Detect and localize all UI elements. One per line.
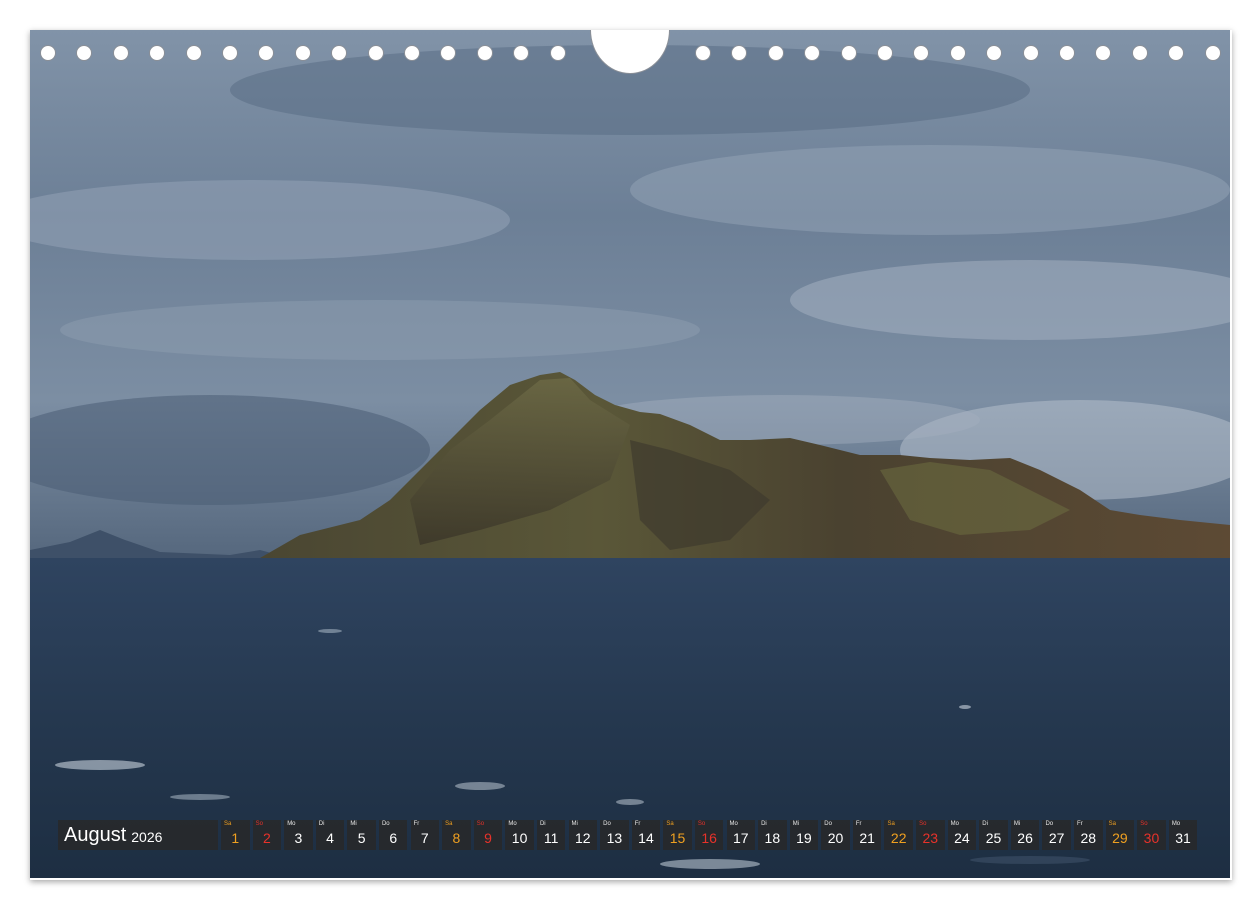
- day-cell: Sa 22: [884, 820, 913, 850]
- day-of-week: So: [1140, 821, 1148, 827]
- day-of-week: Mo: [287, 821, 296, 827]
- day-number: 2: [262, 830, 271, 846]
- day-of-week: Fr: [1077, 821, 1083, 827]
- day-number: 23: [922, 830, 939, 846]
- day-cell: Mo 10: [505, 820, 534, 850]
- day-number: 12: [574, 830, 591, 846]
- day-of-week: Sa: [1108, 821, 1116, 827]
- day-number: 6: [389, 830, 398, 846]
- day-of-week: Do: [824, 821, 832, 827]
- landscape-photo: [30, 30, 1230, 878]
- day-of-week: Mi: [1013, 821, 1021, 827]
- day-number: 30: [1143, 830, 1160, 846]
- day-number: 19: [796, 830, 812, 846]
- day-cell: Sa 8: [442, 820, 471, 850]
- day-cell: Fr 21: [852, 820, 882, 850]
- day-number: 28: [1080, 830, 1097, 846]
- day-cell: Mi 19: [789, 820, 819, 850]
- day-number: 18: [764, 830, 781, 846]
- day-number: 13: [606, 830, 623, 846]
- day-of-week: Di: [982, 821, 988, 827]
- day-cells: Sa 1 So 2 Mo 3 Di 4 Mi 5 Do 6 Fr 7 Sa 8 So 9 Mo 10 Di 11 Mi 12 D…: [221, 820, 1200, 850]
- day-number: 22: [890, 830, 907, 846]
- day-cell: Di 11: [536, 820, 566, 850]
- day-number: 21: [859, 830, 875, 846]
- day-cell: Do 20: [821, 820, 850, 850]
- day-cell: Mo 31: [1168, 820, 1198, 850]
- day-cell: Mo 3: [284, 820, 313, 850]
- day-number: 31: [1175, 830, 1191, 846]
- day-number: 1: [231, 830, 240, 846]
- day-number: 3: [294, 830, 303, 846]
- day-of-week: Fr: [634, 821, 641, 827]
- day-cell: Sa 29: [1105, 820, 1135, 850]
- month-year: 2026: [131, 828, 163, 845]
- day-cell: Di 25: [979, 820, 1008, 850]
- day-cell: Do 6: [378, 820, 408, 850]
- day-cell: Di 4: [315, 820, 345, 850]
- day-of-week: Do: [381, 821, 390, 827]
- day-number: 14: [638, 830, 654, 846]
- day-number: 20: [827, 830, 844, 846]
- day-of-week: Mo: [950, 821, 959, 827]
- day-cell: Do 27: [1042, 820, 1071, 850]
- day-of-week: Fr: [855, 821, 862, 827]
- day-number: 15: [669, 830, 686, 846]
- month-label: August 2026: [58, 820, 218, 850]
- day-of-week: Fr: [413, 821, 420, 827]
- day-cell: Sa 15: [663, 820, 692, 850]
- day-of-week: Mo: [1171, 821, 1181, 827]
- day-of-week: Mo: [729, 821, 738, 827]
- day-number: 5: [357, 830, 366, 846]
- day-cell: Fr 28: [1074, 820, 1103, 850]
- day-of-week: Di: [539, 821, 546, 827]
- day-of-week: Sa: [445, 821, 453, 827]
- day-cell: Mo 17: [726, 820, 755, 850]
- day-number: 8: [452, 830, 461, 846]
- day-cell: Mi 5: [347, 820, 376, 850]
- day-cell: Di 18: [758, 820, 787, 850]
- day-of-week: Sa: [224, 821, 232, 827]
- day-of-week: So: [697, 821, 706, 827]
- day-cell: Do 13: [600, 820, 629, 850]
- day-cell: So 9: [473, 820, 503, 850]
- day-number: 29: [1112, 830, 1128, 846]
- day-cell: So 30: [1137, 820, 1166, 850]
- day-number: 25: [985, 830, 1002, 846]
- day-of-week: Mo: [508, 821, 517, 827]
- day-of-week: Di: [318, 821, 325, 827]
- day-number: 26: [1017, 830, 1033, 846]
- day-of-week: Do: [603, 821, 611, 827]
- day-cell: Mo 24: [947, 820, 977, 850]
- day-cell: So 16: [694, 820, 724, 850]
- day-of-week: So: [476, 821, 485, 827]
- day-of-week: Do: [1045, 821, 1054, 827]
- day-number: 4: [326, 830, 334, 846]
- day-number: 27: [1048, 830, 1065, 846]
- day-cell: Sa 1: [221, 820, 250, 850]
- day-number: 17: [732, 830, 749, 846]
- day-number: 10: [511, 830, 528, 846]
- day-of-week: So: [255, 821, 263, 827]
- day-cell: Mi 12: [568, 820, 598, 850]
- day-cell: Fr 14: [631, 820, 661, 850]
- day-of-week: Sa: [666, 821, 674, 827]
- calendar-strip: August 2026 Sa 1 So 2 Mo 3 Di 4 Mi 5 Do 6 Fr 7 Sa 8 So 9 M…: [58, 820, 1200, 850]
- month-name: August: [64, 823, 127, 846]
- day-of-week: Sa: [887, 821, 895, 827]
- day-of-week: So: [919, 821, 927, 827]
- day-of-week: Mi: [571, 821, 578, 827]
- day-number: 9: [484, 830, 492, 846]
- day-cell: Fr 7: [410, 820, 440, 850]
- day-cell: Mi 26: [1010, 820, 1040, 850]
- day-of-week: Mi: [792, 821, 800, 827]
- day-number: 24: [954, 830, 970, 846]
- day-number: 11: [543, 830, 559, 846]
- day-number: 7: [420, 830, 429, 846]
- day-number: 16: [701, 830, 717, 846]
- day-cell: So 23: [916, 820, 945, 850]
- day-of-week: Di: [761, 821, 767, 827]
- day-cell: So 2: [252, 820, 282, 850]
- day-of-week: Mi: [350, 821, 357, 827]
